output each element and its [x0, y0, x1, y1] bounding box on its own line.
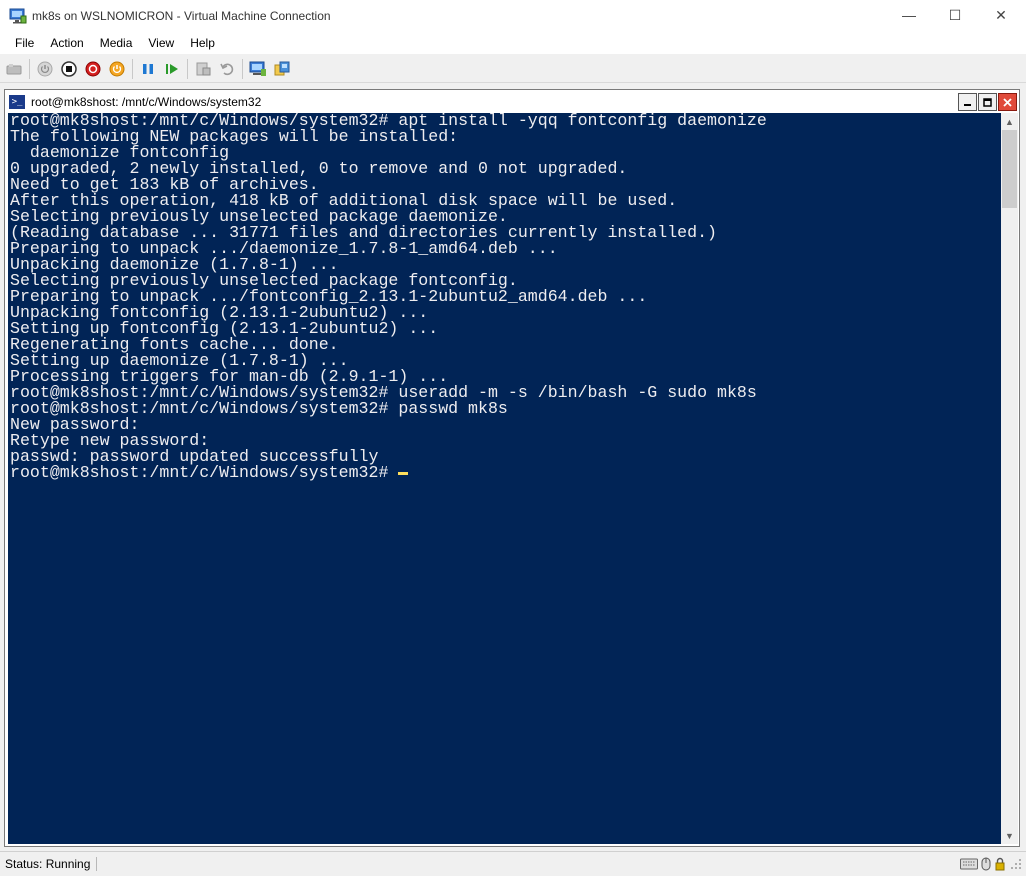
- toolbar: [0, 55, 1026, 83]
- terminal-prompt-line: root@mk8shost:/mnt/c/Windows/system32#: [10, 463, 1003, 482]
- revert-icon[interactable]: [217, 59, 237, 79]
- ctrl-alt-del-icon[interactable]: [4, 59, 24, 79]
- powershell-icon: >_: [9, 94, 25, 109]
- console-minimize-button[interactable]: [958, 93, 977, 111]
- maximize-icon: ☐: [948, 6, 962, 23]
- scrollbar-thumb[interactable]: [1002, 130, 1017, 208]
- menu-help[interactable]: Help: [182, 36, 223, 50]
- console-restore-button[interactable]: [978, 93, 997, 111]
- vm-connection-icon: [9, 8, 27, 24]
- menu-file[interactable]: File: [0, 36, 42, 50]
- terminal-line: root@mk8shost:/mnt/c/Windows/system32# p…: [10, 399, 508, 418]
- menu-media[interactable]: Media: [92, 36, 141, 50]
- mouse-icon[interactable]: [981, 857, 991, 871]
- close-icon: ✕: [995, 6, 1007, 23]
- shut-down-icon[interactable]: [83, 59, 103, 79]
- pause-icon[interactable]: [138, 59, 158, 79]
- close-button[interactable]: ✕: [978, 0, 1024, 30]
- restore-icon: [983, 97, 992, 107]
- terminal-cursor: [398, 472, 409, 475]
- menu-action[interactable]: Action: [42, 36, 91, 50]
- window-titlebar[interactable]: mk8s on WSLNOMICRON - Virtual Machine Co…: [0, 0, 1026, 32]
- toolbar-separator: [242, 58, 243, 79]
- scroll-down-icon[interactable]: ▼: [1001, 827, 1018, 844]
- scroll-up-icon[interactable]: ▲: [1001, 113, 1018, 130]
- toolbar-separator: [187, 58, 188, 79]
- vm-console-window[interactable]: >_ root@mk8shost: /mnt/c/Windows/system3…: [4, 89, 1020, 847]
- window-title: mk8s on WSLNOMICRON - Virtual Machine Co…: [32, 9, 331, 23]
- console-titlebar: >_ root@mk8shost: /mnt/c/Windows/system3…: [5, 90, 1019, 113]
- terminal-output[interactable]: root@mk8shost:/mnt/c/Windows/system32# a…: [8, 113, 1003, 844]
- console-close-button[interactable]: [998, 93, 1017, 111]
- terminal-prompt: root@mk8shost:/mnt/c/Windows/system32#: [10, 463, 399, 482]
- status-bar: Status: Running: [0, 851, 1026, 876]
- menu-bar: File Action Media View Help: [0, 32, 1026, 54]
- menu-view[interactable]: View: [140, 36, 182, 50]
- close-icon: [1003, 97, 1012, 107]
- maximize-button[interactable]: ☐: [932, 0, 978, 30]
- toolbar-separator: [29, 58, 30, 79]
- minimize-icon: —: [902, 7, 916, 23]
- lock-icon: [995, 857, 1005, 871]
- minimize-icon: [964, 103, 971, 106]
- console-title: root@mk8shost: /mnt/c/Windows/system32: [31, 94, 262, 109]
- resize-grip-icon[interactable]: [1010, 857, 1022, 871]
- save-icon[interactable]: [107, 59, 127, 79]
- minimize-button[interactable]: —: [886, 0, 932, 30]
- turn-off-icon[interactable]: [59, 59, 79, 79]
- start-icon[interactable]: [35, 59, 55, 79]
- enhanced-session-icon[interactable]: [248, 59, 268, 79]
- checkpoint-icon[interactable]: [193, 59, 213, 79]
- keyboard-icon[interactable]: [960, 857, 978, 871]
- reset-icon[interactable]: [162, 59, 182, 79]
- terminal-scrollbar[interactable]: ▲ ▼: [1001, 113, 1018, 844]
- status-text: Status: Running: [5, 857, 98, 871]
- share-icon[interactable]: [272, 59, 292, 79]
- toolbar-separator: [132, 58, 133, 79]
